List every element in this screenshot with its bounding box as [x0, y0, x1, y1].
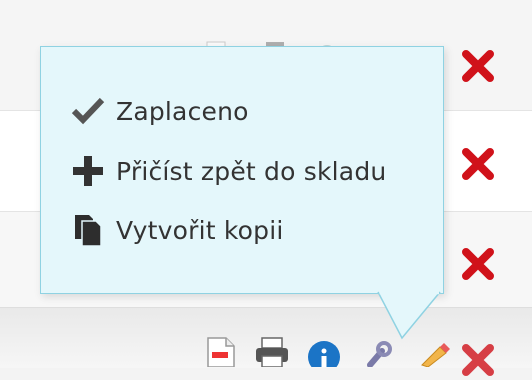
delete-icon[interactable] [458, 144, 498, 184]
wrench-icon[interactable] [362, 339, 396, 371]
menu-item-label: Vytvořit kopii [116, 215, 284, 245]
copy-icon [68, 210, 108, 250]
menu-item-label: Přičíst zpět do skladu [116, 156, 387, 186]
delete-icon[interactable] [458, 46, 498, 86]
pencil-icon[interactable] [416, 339, 450, 371]
info-icon[interactable] [306, 339, 342, 373]
document-icon[interactable] [202, 336, 238, 371]
checkmark-icon [68, 91, 108, 131]
plus-icon [68, 151, 108, 191]
delete-icon[interactable] [458, 244, 498, 284]
menu-item-label: Zaplaceno [116, 96, 249, 126]
menu-item-return-to-stock[interactable]: Přičíst zpět do skladu [68, 151, 386, 191]
delete-icon[interactable] [458, 340, 498, 380]
menu-item-create-copy[interactable]: Vytvořit kopii [68, 210, 284, 250]
menu-item-paid[interactable]: Zaplaceno [68, 91, 249, 131]
printer-icon[interactable] [252, 336, 292, 371]
